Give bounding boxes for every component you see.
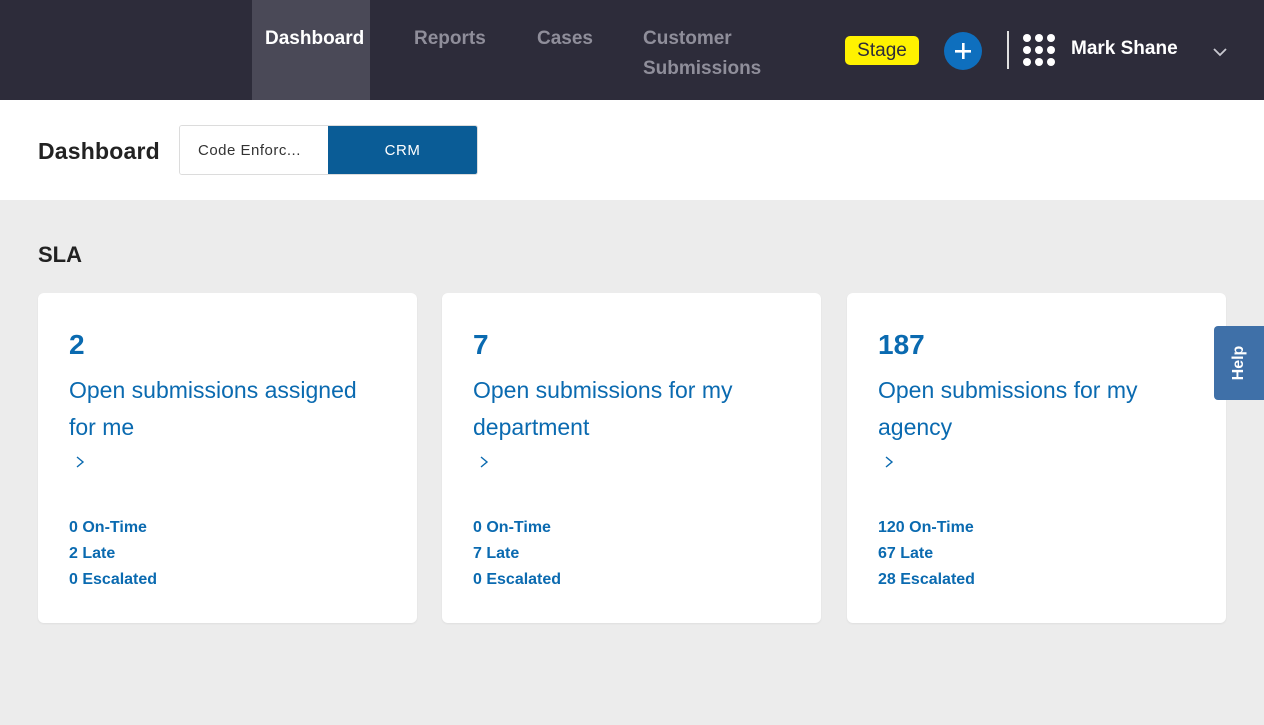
sla-card-my-agency[interactable]: 187 Open submissions for my agency 120 O…: [847, 293, 1226, 623]
segment-crm[interactable]: CRM: [328, 126, 477, 174]
card-label[interactable]: Open submissions for my agency: [878, 372, 1198, 446]
nav-tab-customer-submissions[interactable]: Customer Submissions: [643, 0, 761, 100]
chevron-right-icon[interactable]: [478, 455, 490, 469]
stat-on-time[interactable]: 0 On-Time: [69, 515, 157, 541]
stat-late[interactable]: 2 Late: [69, 541, 157, 567]
chevron-right-icon[interactable]: [883, 455, 895, 469]
nav-tab-cases[interactable]: Cases: [537, 0, 593, 100]
chevron-down-icon[interactable]: [1212, 44, 1228, 60]
nav-tab-dashboard[interactable]: Dashboard: [252, 0, 370, 100]
card-stats: 0 On-Time 7 Late 0 Escalated: [473, 515, 561, 593]
nav-tab-reports[interactable]: Reports: [414, 0, 486, 100]
card-count: 7: [473, 329, 489, 360]
section-title: SLA: [38, 242, 82, 267]
stat-escalated[interactable]: 28 Escalated: [878, 567, 975, 593]
plus-icon: [955, 43, 971, 59]
stat-late[interactable]: 67 Late: [878, 541, 975, 567]
card-count: 2: [69, 329, 85, 360]
help-label: Help: [1230, 345, 1247, 381]
stat-on-time[interactable]: 120 On-Time: [878, 515, 975, 541]
module-switcher: Code Enforc... CRM: [179, 125, 478, 175]
card-label[interactable]: Open submissions assigned for me: [69, 372, 389, 446]
page-header: Dashboard Code Enforc... CRM: [0, 100, 1264, 200]
stat-on-time[interactable]: 0 On-Time: [473, 515, 561, 541]
card-count: 187: [878, 329, 925, 360]
card-stats: 0 On-Time 2 Late 0 Escalated: [69, 515, 157, 593]
stat-escalated[interactable]: 0 Escalated: [473, 567, 561, 593]
sla-card-my-department[interactable]: 7 Open submissions for my department 0 O…: [442, 293, 821, 623]
nav-divider: [1007, 31, 1009, 69]
top-nav-bar: Dashboard Reports Cases Customer Submiss…: [0, 0, 1264, 100]
user-name[interactable]: Mark Shane: [1071, 38, 1178, 60]
stat-late[interactable]: 7 Late: [473, 541, 561, 567]
segment-code-enforcement[interactable]: Code Enforc...: [180, 126, 328, 174]
help-button[interactable]: Help: [1214, 326, 1264, 400]
add-button[interactable]: [944, 32, 982, 70]
environment-badge: Stage: [845, 36, 919, 65]
stat-escalated[interactable]: 0 Escalated: [69, 567, 157, 593]
card-label[interactable]: Open submissions for my department: [473, 372, 793, 446]
card-stats: 120 On-Time 67 Late 28 Escalated: [878, 515, 975, 593]
app-grid-icon[interactable]: [1023, 34, 1055, 66]
sla-card-assigned-to-me[interactable]: 2 Open submissions assigned for me 0 On-…: [38, 293, 417, 623]
page-title: Dashboard: [38, 138, 160, 164]
chevron-right-icon[interactable]: [74, 455, 86, 469]
